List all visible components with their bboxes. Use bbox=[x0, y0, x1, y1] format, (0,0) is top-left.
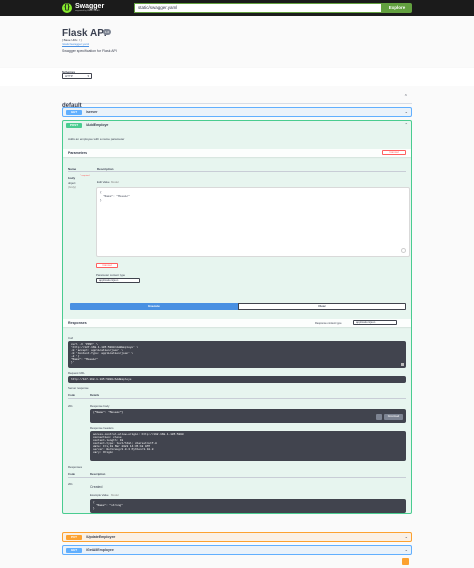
operations-section: default ⌃ GET /server ⌄ POST /AddEmploye… bbox=[0, 86, 474, 568]
responses-header: Responses Response content type applicat… bbox=[63, 319, 411, 327]
api-info: Flask API 1.0 [ Base URL: / ] /static/sw… bbox=[0, 16, 474, 68]
swagger-logo[interactable]: {} Swagger supported by SMARTBEAR bbox=[62, 2, 122, 14]
body-line: "Name": "Mosaic" bbox=[103, 195, 130, 198]
created-label: Created bbox=[90, 485, 103, 489]
topbar: {} Swagger supported by SMARTBEAR static… bbox=[0, 0, 474, 16]
details-header: Details bbox=[90, 393, 100, 397]
divider bbox=[68, 398, 406, 399]
tag-header-default[interactable]: default ⌃ bbox=[62, 94, 412, 109]
code-header: Code bbox=[68, 472, 75, 476]
parameters-header: Parameters Cancel bbox=[63, 149, 411, 157]
method-badge: GET bbox=[66, 547, 82, 553]
content-type-select[interactable]: application/json bbox=[96, 278, 140, 283]
responses-doc-label: Responses bbox=[68, 465, 82, 469]
description-header: Description bbox=[90, 472, 106, 476]
response-body-label: Response body bbox=[90, 404, 110, 408]
example-line: } bbox=[93, 507, 95, 510]
content-type-label: Parameter content type bbox=[96, 273, 126, 277]
operation-get-getallemployee[interactable]: GET /GetAllEmployee ⌄ bbox=[62, 545, 412, 555]
schemes-select[interactable]: HTTP ▾ bbox=[62, 73, 92, 79]
operation-put-updateemployee[interactable]: PUT /UpdateEmployee ⌄ bbox=[62, 532, 412, 542]
model-tab[interactable]: Model bbox=[111, 493, 119, 497]
response-code: 201 bbox=[68, 404, 73, 408]
logo-text: Swagger bbox=[75, 3, 105, 10]
operation-path: /server bbox=[86, 110, 98, 114]
responses-label: Responses bbox=[68, 321, 87, 325]
swagger-logo-icon: {} bbox=[62, 3, 72, 13]
operation-get-server[interactable]: GET /server ⌄ bbox=[62, 107, 412, 117]
operation-path: /GetAllEmployee bbox=[86, 548, 114, 552]
request-url-label: Request URL bbox=[68, 371, 85, 375]
method-badge: GET bbox=[66, 109, 82, 115]
response-content-type-value: application/json bbox=[356, 320, 376, 324]
curl-block: curl -X 'POST' \ 'http://127.168.1.105:5… bbox=[68, 341, 406, 368]
operation-summary[interactable]: POST /AddEmploye ⌃ bbox=[63, 121, 411, 129]
chevron-down-icon: ⌄ bbox=[404, 547, 408, 552]
response-headers-block: access-control-allow-origin: http://192.… bbox=[90, 431, 406, 461]
resize-handle-icon[interactable] bbox=[401, 248, 406, 253]
code-header: Code bbox=[68, 393, 75, 397]
clear-button[interactable]: Clear bbox=[238, 303, 406, 310]
method-badge: POST bbox=[66, 122, 82, 128]
operation-post-addemploye: POST /AddEmploye ⌃ Adds an employee with… bbox=[62, 120, 412, 514]
cancel-edit-button[interactable]: Cancel bbox=[96, 263, 118, 268]
response-headers-label: Response headers bbox=[90, 426, 114, 430]
operation-path: /AddEmploye bbox=[86, 123, 109, 127]
operation-description: Adds an employee with a name parameter bbox=[68, 137, 125, 141]
download-button[interactable]: Download bbox=[384, 414, 403, 420]
response-body-block: {"Name": "Mosaic"} Download bbox=[90, 409, 406, 423]
method-badge: PUT bbox=[66, 534, 82, 540]
body-textarea[interactable]: { "Name": "Mosaic" } bbox=[96, 187, 410, 257]
spec-link[interactable]: /static/swagger.yaml bbox=[62, 42, 89, 46]
parameters-label: Parameters bbox=[68, 151, 88, 155]
chevron-down-icon: ⌄ bbox=[404, 534, 408, 539]
divider bbox=[68, 171, 406, 172]
chevron-up-icon: ⌃ bbox=[403, 94, 408, 100]
response-content-type-select[interactable]: application/json bbox=[353, 320, 397, 325]
example-block: { "Name": "string" } bbox=[90, 499, 406, 513]
version-badge: 1.0 bbox=[103, 29, 112, 35]
edit-value-tab[interactable]: Edit Value bbox=[97, 180, 110, 184]
body-line: } bbox=[100, 199, 102, 202]
divider bbox=[68, 477, 406, 478]
body-line: { bbox=[100, 191, 102, 194]
model-tab[interactable]: Model bbox=[111, 180, 119, 184]
chevron-down-icon: ▾ bbox=[87, 74, 89, 78]
copy-icon[interactable] bbox=[376, 414, 382, 420]
request-url-block: http://127.168.1.105:5000/AddEmploye bbox=[68, 376, 406, 383]
schemes-bar: Schemes HTTP ▾ bbox=[0, 68, 474, 86]
response-body-text: {"Name": "Mosaic"} bbox=[93, 411, 124, 414]
required-mark: * required bbox=[80, 175, 90, 177]
explore-button[interactable]: Explore bbox=[382, 3, 412, 13]
scroll-top-icon[interactable] bbox=[402, 558, 409, 565]
execute-button[interactable]: Execute bbox=[70, 303, 238, 310]
spec-url-input[interactable]: static/swagger.yaml bbox=[134, 3, 382, 13]
content-type-value: application/json bbox=[99, 278, 119, 282]
chevron-down-icon: ⌄ bbox=[404, 109, 408, 114]
param-location: (body) bbox=[68, 185, 76, 189]
schemes-select-value: HTTP bbox=[65, 74, 73, 78]
api-description: Swagger specification for Flask API bbox=[62, 49, 117, 53]
copy-icon[interactable] bbox=[401, 363, 404, 366]
header-line: vary: Origin bbox=[93, 451, 114, 454]
param-name: body bbox=[68, 176, 76, 180]
operation-path: /UpdateEmployee bbox=[86, 535, 116, 539]
logo-subtext: supported by SMARTBEAR bbox=[75, 10, 100, 12]
response-content-type-label: Response content type bbox=[315, 322, 342, 325]
chevron-up-icon: ⌃ bbox=[404, 122, 408, 127]
curl-line: }' bbox=[71, 361, 75, 364]
example-value-tab[interactable]: Example Value bbox=[90, 493, 109, 497]
server-response-label: Server response bbox=[68, 386, 89, 390]
doc-response-code: 201 bbox=[68, 482, 73, 486]
cancel-button[interactable]: Cancel bbox=[382, 150, 406, 155]
curl-label: Curl bbox=[68, 336, 74, 340]
